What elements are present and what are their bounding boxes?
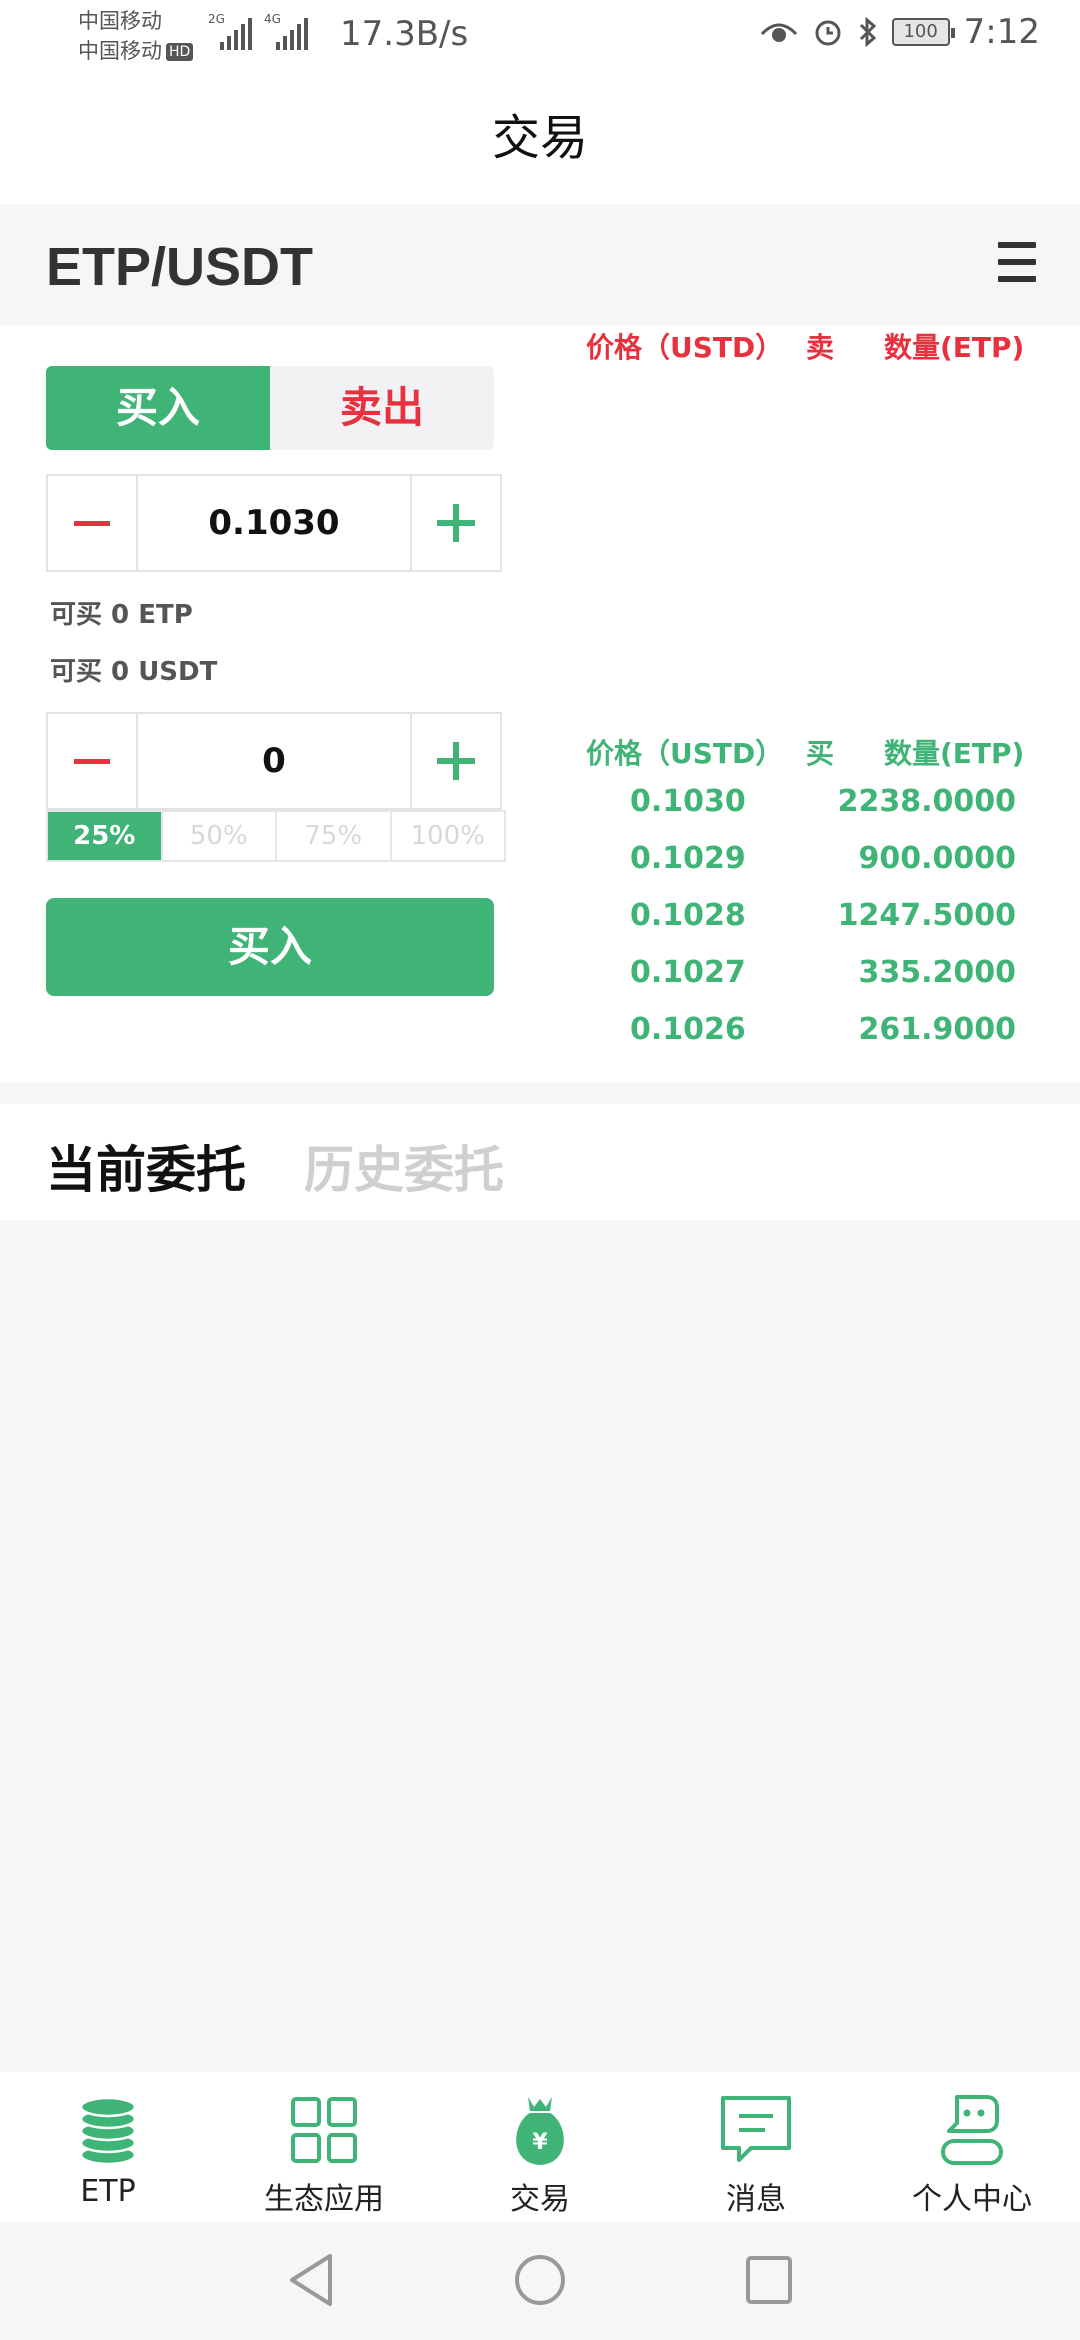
- order-row[interactable]: 0.1026 261.9000: [0, 1012, 1080, 1069]
- signal-2g-icon: 2G: [208, 12, 252, 50]
- price-input[interactable]: 0.1030: [136, 476, 412, 570]
- title-bar: 交易: [0, 72, 1080, 204]
- order-qty: 335.2000: [858, 955, 1016, 990]
- carrier-info: 中国移动 中国移动 HD: [78, 6, 194, 66]
- status-bar: 中国移动 中国移动 HD 2G 4G 17.3B/s 100 7:12: [0, 0, 1080, 72]
- nav-item-apps[interactable]: 生态应用: [216, 2072, 432, 2222]
- pair-name[interactable]: ETP/USDT: [46, 236, 313, 298]
- home-icon[interactable]: [514, 2252, 566, 2308]
- grid-apps-icon: [291, 2097, 357, 2163]
- battery-icon: 100: [891, 18, 955, 46]
- nav-item-profile[interactable]: 个人中心: [864, 2072, 1080, 2222]
- order-price: 0.1028: [630, 898, 746, 933]
- nav-label-etp: ETP: [80, 2174, 136, 2209]
- buy-qty-header: 数量(ETP): [884, 737, 1025, 770]
- order-qty: 900.0000: [858, 841, 1016, 876]
- alarm-icon: [815, 20, 841, 46]
- minus-icon: [74, 758, 110, 764]
- nav-label-profile: 个人中心: [912, 2182, 1032, 2217]
- order-row[interactable]: 0.1030 2238.0000: [0, 784, 1080, 841]
- plus-icon: [437, 504, 475, 542]
- order-row[interactable]: 0.1029 900.0000: [0, 841, 1080, 898]
- order-price: 0.1030: [630, 784, 746, 819]
- carrier-1: 中国移动: [78, 9, 162, 33]
- page-title: 交易: [491, 110, 588, 166]
- tab-current-orders[interactable]: 当前委托: [46, 1130, 246, 1202]
- sell-price-header: 价格（USTD）: [586, 331, 784, 364]
- tab-history-orders[interactable]: 历史委托: [304, 1130, 504, 1202]
- sell-qty-header: 数量(ETP): [884, 331, 1025, 364]
- bottom-nav: ETP 生态应用 ¥ 交易 消息 个人中心: [0, 2072, 1080, 2222]
- signal-icons: 2G 4G: [208, 12, 308, 50]
- svg-text:¥: ¥: [532, 2130, 548, 2155]
- back-icon[interactable]: [286, 2252, 336, 2308]
- recents-icon[interactable]: [744, 2252, 794, 2308]
- price-increase-button[interactable]: [412, 476, 500, 570]
- price-decrease-button[interactable]: [48, 476, 136, 570]
- nav-item-etp[interactable]: ETP: [0, 2072, 216, 2222]
- user-icon: [941, 2095, 1003, 2165]
- carrier-2: 中国移动: [78, 39, 162, 63]
- price-stepper: 0.1030: [46, 474, 502, 572]
- order-row[interactable]: 0.1027 335.2000: [0, 955, 1080, 1012]
- sell-side-header: 卖: [806, 331, 835, 364]
- eye-icon: [760, 23, 797, 42]
- order-price: 0.1026: [630, 1012, 746, 1047]
- nav-label-trade: 交易: [510, 2182, 570, 2217]
- trade-panel: 买入 卖出 0.1030 可买 0 ETP 可买 0 USDT 0 25% 50…: [0, 326, 1080, 1082]
- system-nav-bar: [0, 2222, 1080, 2340]
- nav-label-apps: 生态应用: [264, 2182, 384, 2217]
- order-row[interactable]: 0.1028 1247.5000: [0, 898, 1080, 955]
- signal-4g-icon: 4G: [264, 12, 308, 50]
- order-qty: 2238.0000: [837, 784, 1016, 819]
- order-qty: 1247.5000: [837, 898, 1016, 933]
- order-qty: 261.9000: [858, 1012, 1016, 1047]
- system-icons: 100 7:12: [760, 12, 1040, 52]
- nav-item-trade[interactable]: ¥ 交易: [432, 2072, 648, 2222]
- pair-header: ETP/USDT: [0, 204, 1080, 326]
- buy-sell-tabs: 买入 卖出: [46, 366, 494, 450]
- bluetooth-icon: [859, 16, 876, 48]
- available-usdt: 可买 0 USDT: [50, 657, 218, 687]
- network-speed: 17.3B/s: [340, 14, 469, 54]
- hamburger-menu-icon[interactable]: [998, 242, 1036, 282]
- buy-side-header: 买: [806, 737, 835, 770]
- minus-icon: [74, 520, 110, 526]
- coin-stack-icon: [79, 2096, 137, 2166]
- order-price: 0.1029: [630, 841, 746, 876]
- nav-label-messages: 消息: [726, 2182, 786, 2217]
- order-price: 0.1027: [630, 955, 746, 990]
- available-etp: 可买 0 ETP: [50, 600, 193, 630]
- hd-badge: HD: [166, 43, 194, 61]
- message-icon: [721, 2096, 791, 2162]
- buy-price-header: 价格（USTD）: [586, 737, 784, 770]
- tab-buy[interactable]: 买入: [46, 366, 270, 450]
- nav-item-messages[interactable]: 消息: [648, 2072, 864, 2222]
- tab-sell[interactable]: 卖出: [270, 366, 494, 450]
- clock: 7:12: [963, 12, 1040, 52]
- money-bag-icon: ¥: [516, 2097, 564, 2165]
- orders-tabs: 当前委托 历史委托: [0, 1104, 1080, 1220]
- plus-icon: [437, 742, 475, 780]
